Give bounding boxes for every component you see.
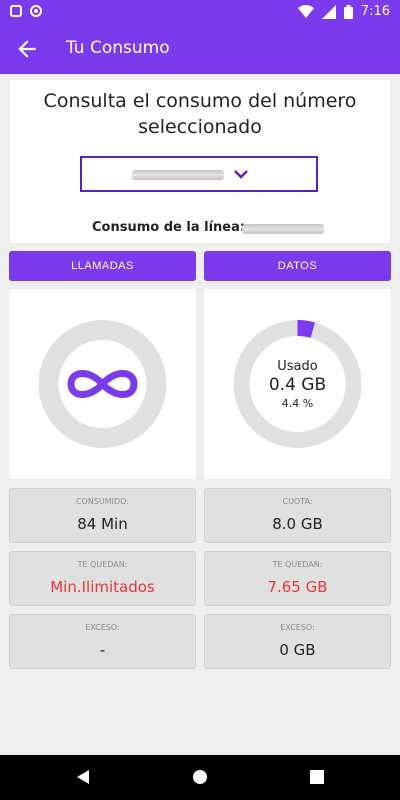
number-select[interactable] — [80, 156, 318, 192]
llamadas-te-quedan-card: TE QUEDAN: Min.Ilimitados — [9, 551, 196, 606]
nav-recents-icon[interactable] — [310, 770, 324, 784]
info-value: Min.Ilimitados — [50, 578, 155, 596]
datos-cuota-card: CUOTA: 8.0 GB — [204, 488, 391, 543]
battery-icon — [343, 4, 353, 19]
consulta-card: Consulta el consumo del número seleccion… — [10, 80, 390, 243]
datos-exceso-card: EXCESO: 0 GB — [204, 614, 391, 669]
datos-te-quedan-card: TE QUEDAN: 7.65 GB — [204, 551, 391, 606]
info-value: - — [99, 641, 106, 659]
info-label: CUOTA: — [282, 497, 313, 506]
gauge-used-percent: 4.4 % — [281, 397, 314, 410]
llamadas-consumido-card: CONSUMIDO: 84 Min — [9, 488, 196, 543]
chevron-down-icon — [234, 170, 248, 179]
gauge-used-value: 0.4 GB — [268, 375, 327, 395]
info-value: 0 GB — [279, 641, 316, 659]
back-arrow-icon[interactable] — [14, 36, 40, 62]
gauge-used-label: Usado — [277, 359, 318, 374]
notification-circle-icon — [30, 5, 42, 17]
blurred-number — [132, 170, 224, 180]
unlimited-gauge — [38, 320, 167, 448]
info-label: TE QUEDAN: — [77, 560, 128, 569]
info-value: 7.65 GB — [267, 578, 328, 596]
consumo-label: Consumo de la línea: — [92, 220, 246, 235]
nav-back-icon[interactable] — [75, 769, 91, 785]
infinity-icon — [67, 370, 138, 398]
info-label: CONSUMIDO: — [75, 497, 130, 506]
tab-llamadas[interactable]: LLAMADAS — [9, 251, 196, 281]
info-label: EXCESO: — [280, 623, 315, 632]
system-nav-bar — [0, 755, 400, 800]
blurred-line-number — [242, 224, 324, 234]
notification-square-icon — [10, 5, 22, 17]
info-label: TE QUEDAN: — [272, 560, 323, 569]
status-bar: 7:16 — [0, 0, 400, 24]
info-value: 84 Min — [77, 515, 128, 533]
datos-gauge-card: Usado 0.4 GB 4.4 % — [204, 289, 391, 479]
nav-home-icon[interactable] — [192, 769, 208, 785]
info-value: 8.0 GB — [272, 515, 323, 533]
tab-datos[interactable]: DATOS — [204, 251, 391, 281]
page-title: Tu Consumo — [66, 38, 170, 58]
wifi-icon — [297, 4, 314, 18]
consulta-heading: Consulta el consumo del número seleccion… — [43, 90, 357, 138]
llamadas-exceso-card: EXCESO: - — [9, 614, 196, 669]
llamadas-gauge-card — [9, 289, 196, 479]
app-bar: Tu Consumo — [0, 24, 400, 74]
cell-signal-icon — [321, 4, 336, 19]
status-time: 7:16 — [360, 4, 390, 19]
info-label: EXCESO: — [85, 623, 120, 632]
